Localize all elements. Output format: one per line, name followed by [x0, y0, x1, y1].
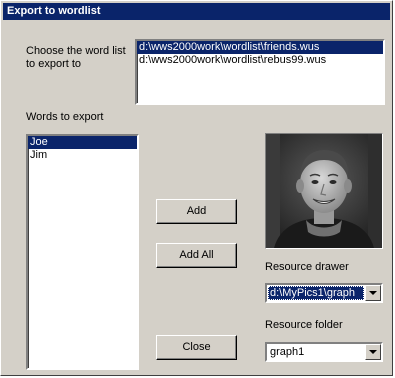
word-item[interactable]: Joe [28, 136, 137, 149]
words-listbox[interactable]: Joe Jim [26, 134, 139, 370]
chevron-down-icon [369, 350, 377, 354]
resource-drawer-label: Resource drawer [265, 261, 349, 273]
resource-folder-select[interactable]: graph1 [265, 342, 383, 362]
words-label: Words to export [26, 111, 104, 123]
add-all-button[interactable]: Add All [156, 243, 237, 268]
resource-folder-dropdown-button[interactable] [365, 344, 381, 360]
export-dialog: Export to wordlist Choose the word list … [0, 0, 393, 376]
add-button[interactable]: Add [156, 199, 237, 224]
person-photo-icon [266, 134, 382, 248]
resource-drawer-value: d:\MyPics1\graph [268, 286, 364, 300]
wordlist-label: Choose the word list to export to [26, 45, 126, 70]
wordlist-item[interactable]: d:\wws2000work\wordlist\friends.wus [137, 41, 383, 54]
resource-drawer-select[interactable]: d:\MyPics1\graph [265, 283, 383, 303]
dialog-title: Export to wordlist [3, 3, 390, 20]
resource-folder-value: graph1 [270, 346, 305, 358]
chevron-down-icon [369, 291, 377, 295]
resource-drawer-dropdown-button[interactable] [365, 285, 381, 301]
word-item[interactable]: Jim [28, 149, 137, 162]
wordlist-listbox[interactable]: d:\wws2000work\wordlist\friends.wus d:\w… [135, 39, 385, 105]
close-button[interactable]: Close [156, 335, 237, 360]
resource-folder-label: Resource folder [265, 319, 343, 331]
resource-preview-image [265, 133, 383, 249]
wordlist-item[interactable]: d:\wws2000work\wordlist\rebus99.wus [137, 54, 383, 67]
